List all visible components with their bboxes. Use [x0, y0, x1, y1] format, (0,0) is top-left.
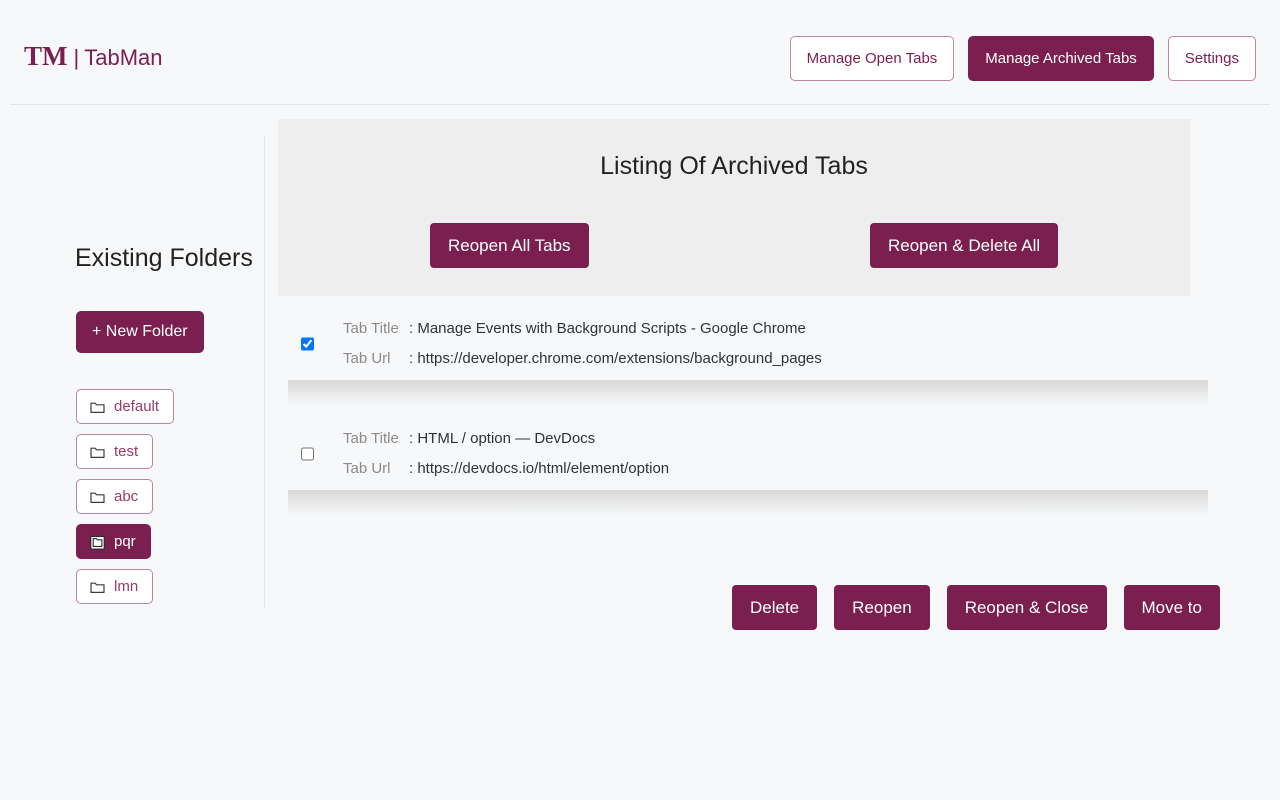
- sidebar-heading: Existing Folders: [75, 246, 253, 271]
- sidebar-item-label: test: [114, 444, 138, 459]
- reopen-and-delete-all-button[interactable]: Reopen & Delete All: [870, 223, 1058, 268]
- row-gap: [280, 408, 1232, 418]
- app-logo: TM | TabMan: [24, 43, 163, 70]
- tab-title-colon: :: [409, 320, 413, 337]
- sidebar-item-label: lmn: [114, 579, 138, 594]
- sidebar-item-pqr[interactable]: pqr: [76, 524, 151, 559]
- tab-title-label: Tab Title: [343, 314, 409, 344]
- sidebar-item-label: pqr: [114, 534, 136, 549]
- reopen-all-tabs-button[interactable]: Reopen All Tabs: [430, 223, 589, 268]
- app-header: TM | TabMan Manage Open Tabs Manage Arch…: [0, 0, 1280, 105]
- logo-mark: TM: [24, 43, 68, 70]
- sidebar-item-label: abc: [114, 489, 138, 504]
- sidebar-item-abc[interactable]: abc: [76, 479, 153, 514]
- tab-url-value: https://devdocs.io/html/element/option: [417, 460, 669, 477]
- folder-list: default test abc: [76, 389, 174, 604]
- sidebar-item-default[interactable]: default: [76, 389, 174, 424]
- new-folder-button[interactable]: + New Folder: [76, 311, 204, 353]
- tab-fields: Tab Title: Manage Events with Background…: [343, 314, 822, 374]
- sidebar-item-test[interactable]: test: [76, 434, 153, 469]
- tab-title-colon: :: [409, 430, 413, 447]
- archived-tabs-panel: Listing Of Archived Tabs Reopen All Tabs…: [278, 119, 1190, 296]
- logo-name: TabMan: [84, 47, 162, 69]
- header-nav: Manage Open Tabs Manage Archived Tabs Se…: [790, 36, 1256, 81]
- tab-url-field: Tab Url: https://developer.chrome.com/ex…: [343, 344, 822, 374]
- tab-title-label: Tab Title: [343, 424, 409, 454]
- table-row[interactable]: Tab Title: Manage Events with Background…: [280, 308, 1232, 380]
- delete-button[interactable]: Delete: [732, 585, 817, 630]
- tab-url-colon: :: [409, 460, 413, 477]
- tab-title-value: Manage Events with Background Scripts - …: [417, 320, 806, 337]
- main-content: Listing Of Archived Tabs Reopen All Tabs…: [264, 105, 1280, 800]
- folder-icon: [90, 490, 105, 504]
- folder-open-icon: [90, 535, 105, 549]
- tab-title-field: Tab Title: HTML / option — DevDocs: [343, 424, 669, 454]
- archived-tab-list: Tab Title: Manage Events with Background…: [280, 308, 1232, 518]
- sidebar-item-lmn[interactable]: lmn: [76, 569, 153, 604]
- tab-url-field: Tab Url: https://devdocs.io/html/element…: [343, 454, 669, 484]
- page-title: Listing Of Archived Tabs: [278, 154, 1190, 179]
- action-bar: Delete Reopen Reopen & Close Move to: [280, 585, 1232, 630]
- folder-icon: [90, 400, 105, 414]
- tab-select-checkbox[interactable]: [301, 448, 314, 461]
- folder-icon: [90, 445, 105, 459]
- tab-url-label: Tab Url: [343, 454, 409, 484]
- row-separator: [288, 490, 1208, 518]
- tab-url-value: https://developer.chrome.com/extensions/…: [417, 350, 821, 367]
- tab-url-colon: :: [409, 350, 413, 367]
- nav-button-manage-open-tabs[interactable]: Manage Open Tabs: [790, 36, 955, 81]
- table-row[interactable]: Tab Title: HTML / option — DevDocs Tab U…: [280, 418, 1232, 490]
- tab-url-label: Tab Url: [343, 344, 409, 374]
- reopen-button[interactable]: Reopen: [834, 585, 930, 630]
- sidebar-item-label: default: [114, 399, 159, 414]
- page-body: Existing Folders + New Folder default te…: [0, 105, 1280, 800]
- folder-icon: [90, 580, 105, 594]
- logo-separator: |: [74, 47, 80, 69]
- tab-title-field: Tab Title: Manage Events with Background…: [343, 314, 822, 344]
- nav-button-manage-archived-tabs[interactable]: Manage Archived Tabs: [968, 36, 1154, 81]
- sidebar: Existing Folders + New Folder default te…: [0, 105, 264, 800]
- move-to-button[interactable]: Move to: [1124, 585, 1220, 630]
- tab-title-value: HTML / option — DevDocs: [417, 430, 595, 447]
- tab-select-checkbox[interactable]: [301, 338, 314, 351]
- tab-fields: Tab Title: HTML / option — DevDocs Tab U…: [343, 424, 669, 484]
- row-separator: [288, 380, 1208, 408]
- nav-button-settings[interactable]: Settings: [1168, 36, 1256, 81]
- reopen-and-close-button[interactable]: Reopen & Close: [947, 585, 1107, 630]
